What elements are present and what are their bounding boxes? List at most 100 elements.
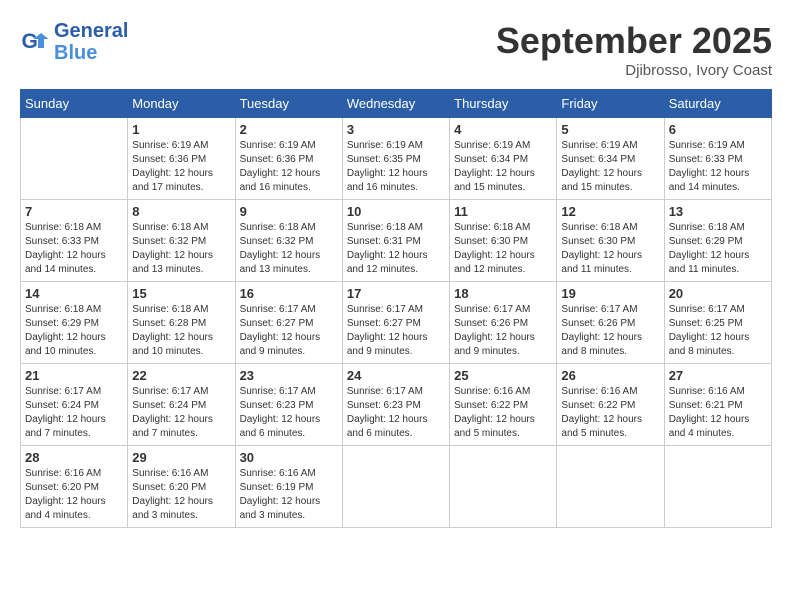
logo: G General Blue: [20, 20, 128, 64]
calendar-cell: [450, 446, 557, 528]
calendar-cell: 7 Sunrise: 6:18 AM Sunset: 6:33 PM Daylig…: [21, 200, 128, 282]
day-number: 12: [561, 204, 659, 219]
weekday-header-monday: Monday: [128, 90, 235, 118]
weekday-header-friday: Friday: [557, 90, 664, 118]
calendar-cell: 25 Sunrise: 6:16 AM Sunset: 6:22 PM Dayli…: [450, 364, 557, 446]
day-number: 16: [240, 286, 338, 301]
calendar-cell: 1 Sunrise: 6:19 AM Sunset: 6:36 PM Daylig…: [128, 118, 235, 200]
month-title: September 2025: [496, 20, 772, 62]
day-info: Sunrise: 6:19 AM Sunset: 6:34 PM Dayligh…: [561, 139, 659, 195]
calendar-cell: 5 Sunrise: 6:19 AM Sunset: 6:34 PM Daylig…: [557, 118, 664, 200]
calendar-cell: 26Sunrise: 6:16 AM Sunset: 6:22 PM Dayli…: [557, 364, 664, 446]
day-number: 21: [25, 368, 123, 383]
calendar-cell: 18 Sunrise: 6:17 AM Sunset: 6:26 PM Dayli…: [450, 282, 557, 364]
week-row-4: 21 Sunrise: 6:17 AM Sunset: 6:24 PM Dayli…: [21, 364, 772, 446]
day-number: 6: [669, 122, 767, 137]
day-number: 28: [25, 450, 123, 465]
day-number: 14: [25, 286, 123, 301]
day-info: Sunrise: 6:17 AM Sunset: 6:24 PM Dayligh…: [25, 385, 123, 441]
day-number: 5: [561, 122, 659, 137]
calendar-cell: [557, 446, 664, 528]
page-header: G General Blue September 2025 Djibrosso,…: [20, 20, 772, 79]
calendar-cell: 28 Sunrise: 6:16 AM Sunset: 6:20 PM Dayli…: [21, 446, 128, 528]
day-info: Sunrise: 6:16 AM Sunset: 6:20 PM Dayligh…: [132, 467, 230, 523]
calendar-cell: 6 Sunrise: 6:19 AM Sunset: 6:33 PM Daylig…: [664, 118, 771, 200]
day-number: 4: [454, 122, 552, 137]
day-info: Sunrise: 6:17 AM Sunset: 6:23 PM Dayligh…: [347, 385, 445, 441]
day-number: 3: [347, 122, 445, 137]
day-info: Sunrise: 6:18 AM Sunset: 6:29 PM Dayligh…: [25, 303, 123, 359]
day-info: Sunrise: 6:18 AM Sunset: 6:31 PM Dayligh…: [347, 221, 445, 277]
calendar-cell: 4 Sunrise: 6:19 AM Sunset: 6:34 PM Daylig…: [450, 118, 557, 200]
calendar-cell: 29 Sunrise: 6:16 AM Sunset: 6:20 PM Dayli…: [128, 446, 235, 528]
location: Djibrosso, Ivory Coast: [496, 62, 772, 79]
week-row-3: 14 Sunrise: 6:18 AM Sunset: 6:29 PM Dayli…: [21, 282, 772, 364]
day-number: 29: [132, 450, 230, 465]
day-number: 19: [561, 286, 659, 301]
day-info: Sunrise: 6:17 AM Sunset: 6:26 PM Dayligh…: [561, 303, 659, 359]
calendar-cell: 20Sunrise: 6:17 AM Sunset: 6:25 PM Dayli…: [664, 282, 771, 364]
day-info: Sunrise: 6:16 AM Sunset: 6:22 PM Dayligh…: [454, 385, 552, 441]
day-number: 15: [132, 286, 230, 301]
calendar-cell: 14 Sunrise: 6:18 AM Sunset: 6:29 PM Dayli…: [21, 282, 128, 364]
weekday-header-row: SundayMondayTuesdayWednesdayThursdayFrid…: [21, 90, 772, 118]
weekday-header-tuesday: Tuesday: [235, 90, 342, 118]
weekday-header-saturday: Saturday: [664, 90, 771, 118]
day-number: 17: [347, 286, 445, 301]
day-info: Sunrise: 6:17 AM Sunset: 6:23 PM Dayligh…: [240, 385, 338, 441]
day-info: Sunrise: 6:18 AM Sunset: 6:32 PM Dayligh…: [132, 221, 230, 277]
day-info: Sunrise: 6:19 AM Sunset: 6:36 PM Dayligh…: [132, 139, 230, 195]
day-info: Sunrise: 6:17 AM Sunset: 6:24 PM Dayligh…: [132, 385, 230, 441]
calendar-cell: 23 Sunrise: 6:17 AM Sunset: 6:23 PM Dayli…: [235, 364, 342, 446]
day-info: Sunrise: 6:19 AM Sunset: 6:35 PM Dayligh…: [347, 139, 445, 195]
day-info: Sunrise: 6:17 AM Sunset: 6:26 PM Dayligh…: [454, 303, 552, 359]
day-info: Sunrise: 6:18 AM Sunset: 6:33 PM Dayligh…: [25, 221, 123, 277]
day-info: Sunrise: 6:17 AM Sunset: 6:27 PM Dayligh…: [240, 303, 338, 359]
day-info: Sunrise: 6:19 AM Sunset: 6:33 PM Dayligh…: [669, 139, 767, 195]
day-number: 10: [347, 204, 445, 219]
calendar-cell: 11Sunrise: 6:18 AM Sunset: 6:30 PM Dayli…: [450, 200, 557, 282]
calendar-cell: 22Sunrise: 6:17 AM Sunset: 6:24 PM Dayli…: [128, 364, 235, 446]
logo-line2: Blue: [54, 42, 128, 64]
week-row-5: 28 Sunrise: 6:16 AM Sunset: 6:20 PM Dayli…: [21, 446, 772, 528]
day-info: Sunrise: 6:16 AM Sunset: 6:20 PM Dayligh…: [25, 467, 123, 523]
calendar-cell: [664, 446, 771, 528]
title-block: September 2025 Djibrosso, Ivory Coast: [496, 20, 772, 79]
day-number: 1: [132, 122, 230, 137]
calendar-cell: [21, 118, 128, 200]
weekday-header-wednesday: Wednesday: [342, 90, 449, 118]
day-number: 27: [669, 368, 767, 383]
day-number: 8: [132, 204, 230, 219]
svg-text:G: G: [22, 30, 38, 53]
calendar-cell: 21 Sunrise: 6:17 AM Sunset: 6:24 PM Dayli…: [21, 364, 128, 446]
calendar-cell: 27Sunrise: 6:16 AM Sunset: 6:21 PM Dayli…: [664, 364, 771, 446]
calendar-cell: 12 Sunrise: 6:18 AM Sunset: 6:30 PM Dayli…: [557, 200, 664, 282]
day-number: 13: [669, 204, 767, 219]
day-info: Sunrise: 6:19 AM Sunset: 6:34 PM Dayligh…: [454, 139, 552, 195]
day-info: Sunrise: 6:18 AM Sunset: 6:28 PM Dayligh…: [132, 303, 230, 359]
calendar-cell: 2Sunrise: 6:19 AM Sunset: 6:36 PM Daylig…: [235, 118, 342, 200]
calendar-cell: 24Sunrise: 6:17 AM Sunset: 6:23 PM Dayli…: [342, 364, 449, 446]
weekday-header-sunday: Sunday: [21, 90, 128, 118]
week-row-1: 1 Sunrise: 6:19 AM Sunset: 6:36 PM Daylig…: [21, 118, 772, 200]
day-number: 7: [25, 204, 123, 219]
day-info: Sunrise: 6:18 AM Sunset: 6:29 PM Dayligh…: [669, 221, 767, 277]
day-info: Sunrise: 6:16 AM Sunset: 6:22 PM Dayligh…: [561, 385, 659, 441]
calendar-table: SundayMondayTuesdayWednesdayThursdayFrid…: [20, 89, 772, 528]
calendar-cell: [342, 446, 449, 528]
day-info: Sunrise: 6:16 AM Sunset: 6:19 PM Dayligh…: [240, 467, 338, 523]
day-number: 18: [454, 286, 552, 301]
day-number: 30: [240, 450, 338, 465]
calendar-cell: 17Sunrise: 6:17 AM Sunset: 6:27 PM Dayli…: [342, 282, 449, 364]
calendar-cell: 10 Sunrise: 6:18 AM Sunset: 6:31 PM Dayli…: [342, 200, 449, 282]
day-number: 11: [454, 204, 552, 219]
calendar-cell: 3 Sunrise: 6:19 AM Sunset: 6:35 PM Daylig…: [342, 118, 449, 200]
day-number: 2: [240, 122, 338, 137]
day-number: 23: [240, 368, 338, 383]
weekday-header-thursday: Thursday: [450, 90, 557, 118]
calendar-cell: 15 Sunrise: 6:18 AM Sunset: 6:28 PM Dayli…: [128, 282, 235, 364]
week-row-2: 7 Sunrise: 6:18 AM Sunset: 6:33 PM Daylig…: [21, 200, 772, 282]
calendar-cell: 30 Sunrise: 6:16 AM Sunset: 6:19 PM Dayli…: [235, 446, 342, 528]
day-number: 25: [454, 368, 552, 383]
day-info: Sunrise: 6:18 AM Sunset: 6:30 PM Dayligh…: [561, 221, 659, 277]
